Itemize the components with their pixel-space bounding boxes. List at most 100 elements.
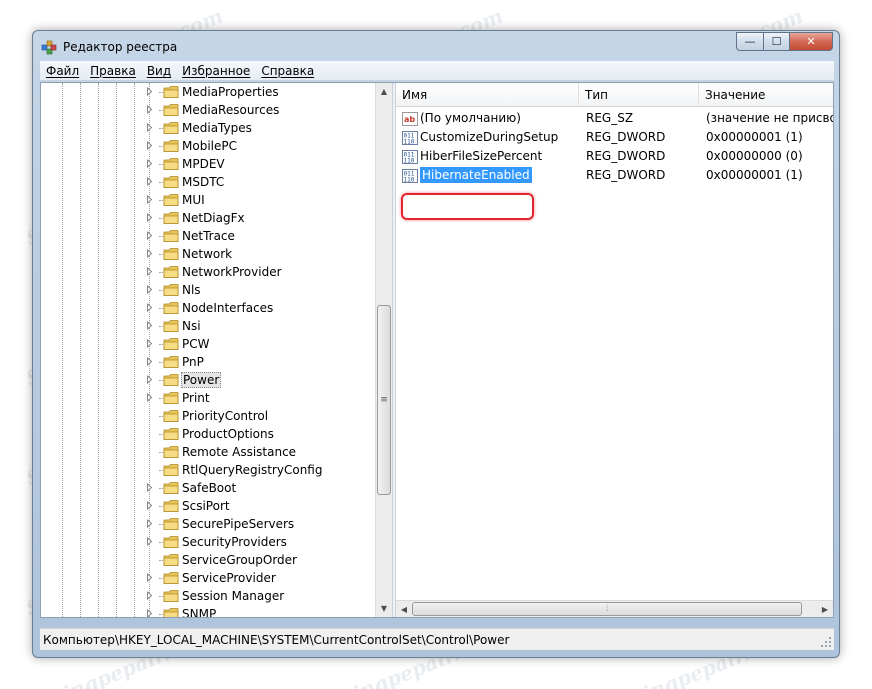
folder-icon — [163, 588, 179, 604]
tree-item[interactable]: Network — [41, 245, 375, 263]
tree-item[interactable]: SNMP — [41, 605, 375, 617]
tree-scroll-thumb[interactable]: ≡ — [377, 305, 391, 495]
tree-item[interactable]: MSDTC — [41, 173, 375, 191]
tree-item[interactable]: MobilePC — [41, 137, 375, 155]
tree-item[interactable]: Nls — [41, 281, 375, 299]
folder-icon — [163, 102, 179, 118]
expand-arrow-icon[interactable] — [145, 537, 154, 546]
menu-view[interactable]: Вид — [147, 64, 171, 78]
tree-item[interactable]: MediaResources — [41, 101, 375, 119]
value-data: 0x00000001 (1) — [706, 168, 803, 182]
expand-arrow-icon[interactable] — [145, 573, 154, 582]
expand-arrow-icon[interactable] — [145, 321, 154, 330]
expand-arrow-icon[interactable] — [145, 87, 154, 96]
expand-arrow-icon[interactable] — [145, 141, 154, 150]
expand-arrow-icon[interactable] — [145, 177, 154, 186]
folder-icon — [163, 192, 179, 208]
menu-favorites[interactable]: Избранное — [182, 64, 250, 78]
column-header-data[interactable]: Значение — [699, 83, 833, 107]
scroll-left-arrow-icon[interactable]: ◀ — [396, 601, 412, 617]
tree-item[interactable]: PriorityControl — [41, 407, 375, 425]
expand-arrow-icon[interactable] — [145, 375, 154, 384]
tree-item[interactable]: NetTrace — [41, 227, 375, 245]
tree-item[interactable]: ServiceProvider — [41, 569, 375, 587]
value-data: (значение не присвоено) — [706, 111, 833, 125]
value-row[interactable]: 011 110 HibernateEnabled REG_DWORD 0x0000000… — [396, 166, 833, 185]
highlight-annotation-ring — [401, 193, 534, 220]
tree-item[interactable]: SecurityProviders — [41, 533, 375, 551]
expand-arrow-icon[interactable] — [145, 105, 154, 114]
expand-arrow-icon[interactable] — [145, 591, 154, 600]
folder-icon — [163, 390, 179, 406]
tree-item[interactable]: Session Manager — [41, 587, 375, 605]
expand-arrow-icon[interactable] — [145, 357, 154, 366]
value-data: 0x00000000 (0) — [706, 149, 803, 163]
tree-item[interactable]: MediaTypes — [41, 119, 375, 137]
expand-arrow-icon[interactable] — [145, 519, 154, 528]
tree-item-label: Session Manager — [182, 589, 285, 603]
tree-item[interactable]: Remote Assistance — [41, 443, 375, 461]
folder-icon — [163, 480, 179, 496]
resize-grip-icon[interactable] — [820, 636, 832, 648]
tree-item[interactable]: RtlQueryRegistryConfig — [41, 461, 375, 479]
expand-arrow-icon[interactable] — [145, 501, 154, 510]
value-row[interactable]: 011 110 HiberFileSizePercent REG_DWORD 0x000… — [396, 147, 833, 166]
values-list[interactable]: Имя Тип Значение ab (По умолчанию) REG_SZ (… — [396, 83, 833, 617]
tree-item[interactable]: NetDiagFx — [41, 209, 375, 227]
scroll-right-arrow-icon[interactable]: ▶ — [817, 601, 833, 617]
expand-arrow-icon[interactable] — [145, 393, 154, 402]
values-scroll-thumb[interactable]: ⦙ — [412, 602, 802, 616]
expand-arrow-icon[interactable] — [145, 195, 154, 204]
expand-arrow-icon[interactable] — [145, 213, 154, 222]
tree-item[interactable]: MPDEV — [41, 155, 375, 173]
tree-item[interactable]: ServiceGroupOrder — [41, 551, 375, 569]
tree-item-label: NetTrace — [182, 229, 235, 243]
menu-edit[interactable]: Правка — [90, 64, 136, 78]
menu-help[interactable]: Справка — [261, 64, 314, 78]
registry-editor-window: Редактор реестра — ☐ ✕ Файл Правка Вид И… — [32, 30, 840, 658]
tree-item[interactable]: ProductOptions — [41, 425, 375, 443]
expand-arrow-icon[interactable] — [145, 303, 154, 312]
tree-item[interactable]: MediaProperties — [41, 83, 375, 101]
minimize-button[interactable]: — — [736, 32, 763, 51]
tree-item[interactable]: MUI — [41, 191, 375, 209]
value-row[interactable]: 011 110 CustomizeDuringSetup REG_DWORD 0x000… — [396, 128, 833, 147]
tree-item[interactable]: NodeInterfaces — [41, 299, 375, 317]
folder-icon — [163, 498, 179, 514]
expand-arrow-icon[interactable] — [145, 339, 154, 348]
expand-arrow-icon[interactable] — [145, 231, 154, 240]
tree-item[interactable]: Print — [41, 389, 375, 407]
maximize-button[interactable]: ☐ — [763, 32, 789, 51]
window-controls: — ☐ ✕ — [736, 32, 833, 51]
column-header-name[interactable]: Имя — [396, 83, 579, 107]
expand-arrow-icon[interactable] — [145, 267, 154, 276]
value-row[interactable]: ab (По умолчанию) REG_SZ (значение не присв… — [396, 109, 833, 128]
expand-arrow-icon[interactable] — [145, 123, 154, 132]
registry-tree[interactable]: MediaProperties MediaResources MediaTypes M… — [41, 83, 391, 617]
tree-item-label: NodeInterfaces — [182, 301, 274, 315]
values-horizontal-scrollbar[interactable]: ◀ ⦙ ▶ — [396, 600, 833, 617]
column-header-type[interactable]: Тип — [579, 83, 699, 107]
expand-arrow-icon[interactable] — [145, 249, 154, 258]
tree-item[interactable]: PnP — [41, 353, 375, 371]
tree-item[interactable]: Power — [41, 371, 375, 389]
title-bar[interactable]: Редактор реестра — ☐ ✕ — [33, 31, 839, 61]
tree-item[interactable]: PCW — [41, 335, 375, 353]
scroll-down-arrow-icon[interactable]: ▼ — [376, 600, 392, 617]
svg-text:110: 110 — [404, 177, 415, 184]
tree-vertical-scrollbar[interactable]: ▲ ≡ ▼ — [375, 83, 392, 617]
expand-arrow-icon[interactable] — [145, 285, 154, 294]
folder-icon — [163, 516, 179, 532]
close-button[interactable]: ✕ — [789, 32, 833, 51]
expand-arrow-icon[interactable] — [145, 483, 154, 492]
tree-item[interactable]: Nsi — [41, 317, 375, 335]
expand-arrow-icon[interactable] — [145, 159, 154, 168]
scroll-up-arrow-icon[interactable]: ▲ — [376, 83, 392, 100]
tree-item[interactable]: ScsiPort — [41, 497, 375, 515]
tree-item[interactable]: SecurePipeServers — [41, 515, 375, 533]
expand-arrow-icon[interactable] — [145, 609, 154, 617]
tree-item[interactable]: SafeBoot — [41, 479, 375, 497]
value-type: REG_DWORD — [586, 168, 666, 182]
menu-file[interactable]: Файл — [46, 64, 79, 78]
tree-item[interactable]: NetworkProvider — [41, 263, 375, 281]
